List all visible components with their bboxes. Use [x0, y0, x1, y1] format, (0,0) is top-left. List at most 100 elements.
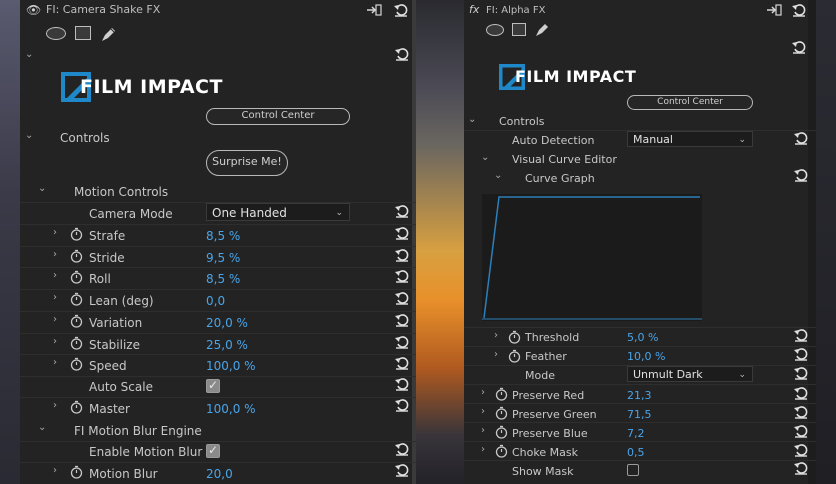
stopwatch-icon[interactable] [70, 227, 83, 241]
expand-chevron-icon[interactable]: › [481, 445, 485, 455]
expand-chevron-icon[interactable]: › [494, 331, 498, 341]
stopwatch-icon[interactable] [508, 349, 521, 363]
param-value[interactable]: 25,0 % [206, 338, 248, 352]
eye-icon[interactable]: 👁 [26, 3, 41, 17]
motion-blur-value[interactable]: 20,0 [206, 467, 233, 481]
rectangle-mask-icon[interactable] [512, 23, 526, 36]
collapse-chevron-icon[interactable]: ⌄ [25, 50, 33, 60]
expand-chevron-icon[interactable]: › [53, 336, 57, 347]
collapse-chevron-icon[interactable]: ⌄ [481, 153, 489, 163]
row-divider [464, 346, 816, 347]
stopwatch-icon[interactable] [70, 249, 83, 263]
collapse-chevron-icon[interactable]: ⌄ [38, 423, 46, 433]
param-value[interactable]: 8,5 % [206, 229, 240, 243]
expand-chevron-icon[interactable]: › [481, 426, 485, 436]
param-value[interactable]: 7,2 [627, 427, 645, 441]
expand-chevron-icon[interactable]: › [53, 401, 57, 411]
collapse-chevron-icon[interactable]: ⌄ [25, 131, 33, 141]
control-center-button[interactable]: Control Center [206, 108, 350, 125]
collapse-chevron-icon[interactable]: ⌄ [494, 171, 502, 181]
param-value[interactable]: 71,5 [627, 408, 652, 422]
reset-icon[interactable] [395, 313, 409, 327]
stopwatch-icon[interactable] [70, 314, 83, 328]
stopwatch-icon[interactable] [70, 357, 83, 371]
expand-chevron-icon[interactable]: › [53, 249, 57, 260]
stopwatch-icon[interactable] [70, 465, 83, 479]
expand-chevron-icon[interactable]: › [53, 466, 57, 476]
pen-mask-icon[interactable] [534, 21, 551, 38]
reset-icon[interactable] [395, 226, 409, 240]
param-value[interactable]: 0,0 [206, 294, 225, 308]
stopwatch-icon[interactable] [70, 270, 83, 285]
surprise-me-button[interactable]: Surprise Me! [206, 150, 288, 176]
curve-graph-canvas[interactable] [482, 194, 702, 321]
reset-icon[interactable] [395, 335, 409, 349]
reset-icon[interactable] [794, 328, 808, 342]
fx-badge-icon[interactable]: fx [469, 3, 479, 16]
curve-graph[interactable] [482, 194, 702, 321]
rectangle-mask-icon[interactable] [75, 26, 91, 40]
reset-icon[interactable] [794, 461, 808, 475]
add-to-track-icon[interactable] [766, 4, 782, 16]
ellipse-mask-icon[interactable] [486, 24, 504, 36]
reset-icon[interactable] [395, 291, 409, 305]
feather-value[interactable]: 10,0 % [627, 350, 665, 364]
param-value[interactable]: 0,5 [627, 446, 645, 460]
reset-icon[interactable] [792, 40, 806, 54]
control-center-button[interactable]: Control Center [627, 95, 753, 110]
reset-icon[interactable] [395, 398, 409, 412]
ellipse-mask-icon[interactable] [46, 27, 66, 40]
reset-icon[interactable] [794, 424, 808, 438]
reset-icon[interactable] [794, 168, 808, 182]
reset-icon[interactable] [395, 442, 409, 456]
stopwatch-icon[interactable] [70, 400, 83, 414]
reset-icon[interactable] [395, 269, 409, 284]
reset-icon[interactable] [792, 3, 806, 17]
stopwatch-icon[interactable] [495, 444, 508, 458]
expand-chevron-icon[interactable]: › [53, 314, 57, 325]
expand-chevron-icon[interactable]: › [494, 350, 498, 360]
expand-chevron-icon[interactable]: › [53, 271, 57, 281]
reset-icon[interactable] [794, 131, 808, 145]
expand-chevron-icon[interactable]: › [481, 388, 485, 398]
collapse-chevron-icon[interactable]: ⌄ [468, 115, 476, 125]
stopwatch-icon[interactable] [495, 425, 508, 439]
enable-motion-blur-checkbox[interactable] [206, 443, 220, 458]
stopwatch-icon[interactable] [70, 336, 83, 350]
reset-icon[interactable] [395, 204, 409, 218]
stopwatch-icon[interactable] [495, 406, 508, 420]
camera-mode-select[interactable]: One Handed ⌄ [206, 203, 350, 221]
reset-icon[interactable] [395, 248, 409, 262]
param-value[interactable]: 21,3 [627, 389, 652, 403]
auto-detection-select[interactable]: Manual ⌄ [627, 131, 753, 147]
reset-icon[interactable] [395, 47, 409, 61]
reset-icon[interactable] [395, 463, 409, 477]
collapse-chevron-icon[interactable]: ⌄ [38, 184, 46, 194]
reset-icon[interactable] [395, 377, 409, 391]
expand-chevron-icon[interactable]: › [53, 228, 57, 238]
expand-chevron-icon[interactable]: › [481, 407, 485, 417]
expand-chevron-icon[interactable]: › [53, 358, 57, 368]
add-to-track-icon[interactable] [366, 4, 382, 16]
reset-icon[interactable] [794, 347, 808, 361]
param-value[interactable]: 100,0 % [206, 359, 256, 373]
stopwatch-icon[interactable] [508, 330, 521, 344]
reset-icon[interactable] [794, 366, 808, 380]
stopwatch-icon[interactable] [495, 387, 508, 401]
threshold-value[interactable]: 5,0 % [627, 331, 658, 345]
stopwatch-icon[interactable] [70, 292, 83, 306]
auto-scale-checkbox[interactable] [206, 378, 220, 393]
reset-icon[interactable] [395, 356, 409, 370]
master-value[interactable]: 100,0 % [206, 402, 256, 416]
expand-chevron-icon[interactable]: › [53, 293, 57, 303]
pen-mask-icon[interactable] [100, 25, 118, 43]
param-value[interactable]: 9,5 % [206, 251, 240, 265]
mode-select[interactable]: Unmult Dark ⌄ [627, 366, 753, 382]
reset-icon[interactable] [794, 405, 808, 419]
show-mask-checkbox[interactable] [627, 464, 639, 476]
param-value[interactable]: 8,5 % [206, 272, 240, 286]
param-value[interactable]: 20,0 % [206, 316, 248, 330]
reset-icon[interactable] [794, 443, 808, 457]
reset-icon[interactable] [794, 386, 808, 400]
reset-icon[interactable] [394, 3, 408, 17]
